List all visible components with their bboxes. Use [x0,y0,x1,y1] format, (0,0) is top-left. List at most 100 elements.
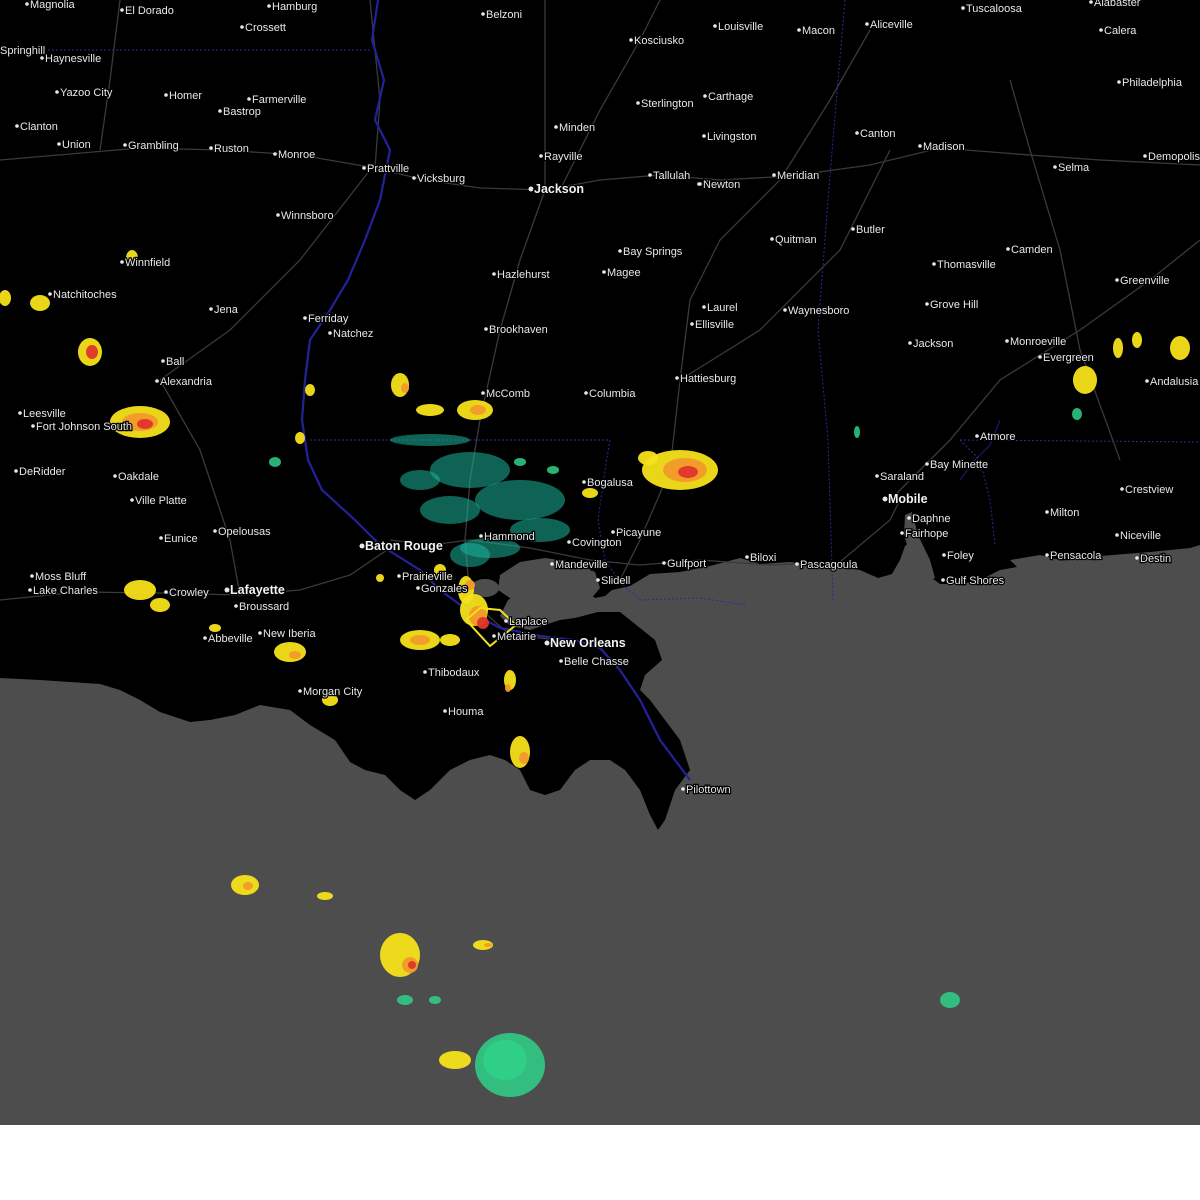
city-label: Belzoni [486,9,522,21]
city-label: Prattville [367,163,409,175]
city-label: Jena [214,304,239,316]
radar-cell [470,405,486,415]
city-label: Carthage [708,91,753,103]
city-dot [359,543,365,549]
city-dot [1089,0,1093,4]
city-label: Houma [448,706,484,718]
radar-cell [305,384,315,396]
city-label: Jackson [913,338,953,350]
radar-cell [450,543,490,567]
city-label: Ruston [214,143,249,155]
city-dot [161,359,165,363]
city-label: Thomasville [937,259,996,271]
radar-cell [410,635,430,645]
radar-cell [547,466,559,474]
city-label: Fairhope [905,528,948,540]
city-label: Pascagoula [800,559,858,571]
city-label: New Iberia [263,628,316,640]
city-dot [15,124,19,128]
radar-cell [420,496,480,524]
city-dot [234,604,238,608]
city-label: Philadelphia [1122,77,1183,89]
city-label: Grambling [128,140,179,152]
city-label: Metairie [497,631,536,643]
city-dot [907,516,911,520]
city-dot [1120,487,1124,491]
radar-cell [243,882,253,890]
city-dot [55,90,59,94]
city-dot [618,249,622,253]
city-label: Bay Minette [930,459,988,471]
city-label: Lake Charles [33,585,98,597]
city-dot [1038,355,1042,359]
city-dot [851,227,855,231]
city-dot [1115,533,1119,537]
city-dot [492,634,496,638]
city-label: Eunice [164,533,198,545]
city-dot [48,292,52,296]
city-label: Gulf Shores [946,575,1005,587]
radar-cell [1072,408,1082,420]
city-label: Daphne [912,513,951,525]
radar-cell [150,598,170,612]
city-dot [492,272,496,276]
city-label: Meridian [777,170,819,182]
city-label: Columbia [589,388,636,400]
city-dot [155,379,159,383]
city-dot [397,574,401,578]
city-dot [30,574,34,578]
city-dot [412,176,416,180]
city-label: Natchez [333,328,373,340]
city-label: Louisville [718,21,763,33]
city-label: Gulfport [667,558,706,570]
city-label: Biloxi [750,552,776,564]
city-dot [328,331,332,335]
city-label: Alabaster [1094,0,1141,9]
city-label: Pensacola [1050,550,1102,562]
city-label: Hattiesburg [680,373,736,385]
city-label: Destin [1140,553,1171,565]
city-label: Saraland [880,471,924,483]
city-dot [681,787,685,791]
city-dot [209,307,213,311]
city-dot [164,590,168,594]
city-label: Bay Springs [623,246,683,258]
radar-cell [429,996,441,1004]
city-label: Monroeville [1010,336,1066,348]
city-dot [942,553,946,557]
radar-cell [390,434,470,446]
radar-cell [440,634,460,646]
city-label: Clanton [20,121,58,133]
radar-map[interactable]: Magnolia El Dorado Hamburg Crossett Belzoni K… [0,0,1200,1125]
radar-cell [475,480,565,520]
radar-cell [209,624,221,632]
city-label: Andalusia [1150,376,1199,388]
city-dot [123,143,127,147]
city-dot [1135,556,1139,560]
city-dot [362,166,366,170]
city-dot [164,93,168,97]
radar-cell [408,961,416,969]
city-label: Milton [1050,507,1079,519]
city-dot [484,327,488,331]
city-dot [865,22,869,26]
city-label: Gonzales [421,583,468,595]
radar-cell [274,642,306,662]
city-label: Alexandria [160,376,213,388]
city-label: Broussard [239,601,289,613]
city-label: Magnolia [30,0,76,11]
city-label: Foley [947,550,974,562]
city-dot [596,578,600,582]
city-dot [975,434,979,438]
city-dot [528,186,534,192]
city-dot [675,376,679,380]
radar-cell [678,466,698,478]
city-label: Bastrop [223,106,261,118]
city-dot [240,25,244,29]
radar-cell [376,574,384,582]
city-label: Selma [1058,162,1090,174]
city-label: Homer [169,90,202,102]
city-dot [159,536,163,540]
city-dot [276,213,280,217]
city-label: Slidell [601,575,630,587]
